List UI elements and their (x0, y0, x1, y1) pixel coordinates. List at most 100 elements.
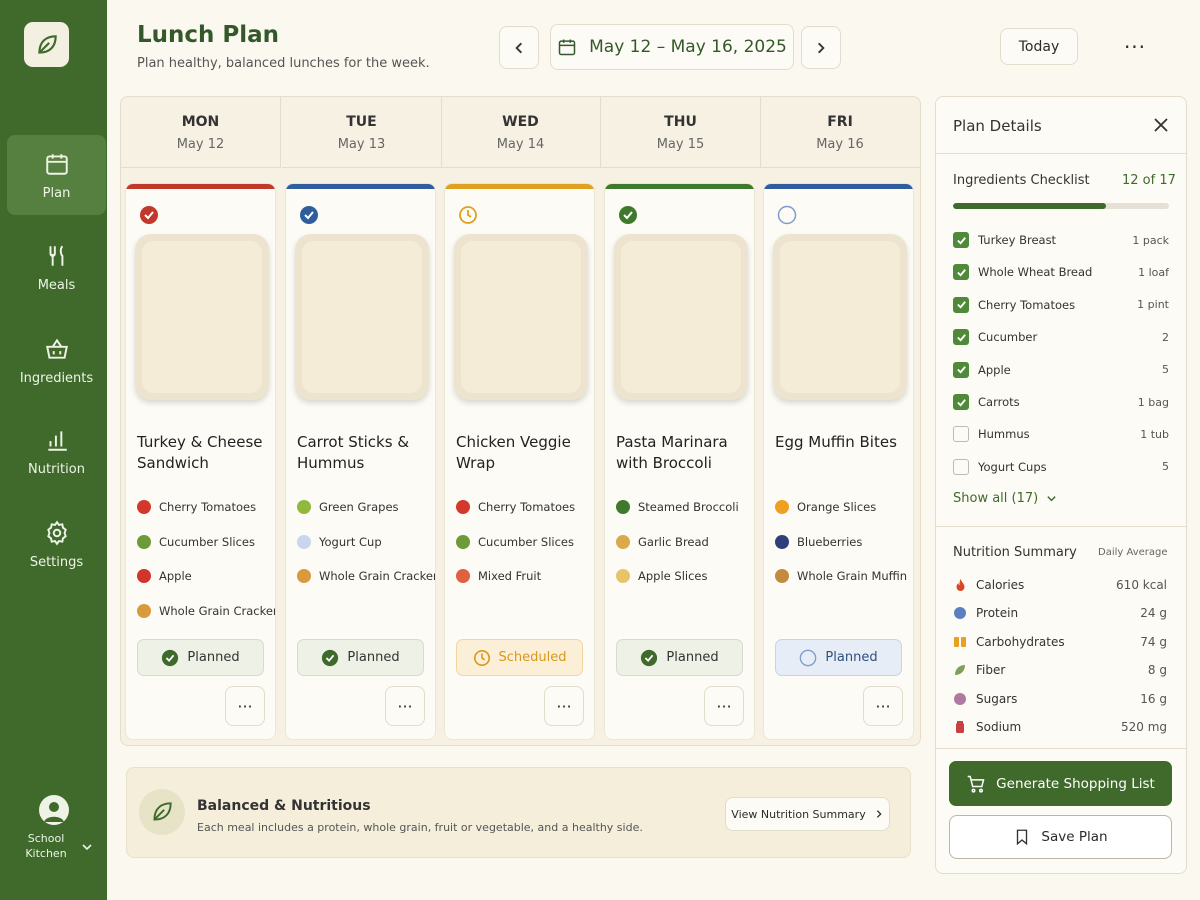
day-color-bar (445, 184, 594, 189)
card-more-button[interactable]: ··· (863, 686, 903, 726)
side-label: Cherry Tomatoes (478, 500, 576, 515)
ingredient-checkbox[interactable] (953, 426, 969, 443)
food-icon (456, 534, 470, 549)
side-label: Cucumber Slices (478, 534, 574, 549)
side-item: Whole Grain Crackers (137, 594, 275, 629)
salt-icon (953, 720, 967, 734)
day-header-tue: TUE May 13 (282, 96, 442, 168)
side-label: Blueberries (797, 534, 863, 549)
food-icon (616, 569, 630, 584)
food-icon (297, 500, 311, 515)
sidebar-item-ingredients[interactable]: Ingredients (7, 320, 106, 400)
side-label: Orange Slices (797, 500, 877, 515)
meal-name: Egg Muffin Bites (775, 433, 897, 451)
card-more-button[interactable]: ··· (225, 686, 265, 726)
side-label: Cherry Tomatoes (159, 500, 257, 515)
ingredient-qty: 2 (1162, 330, 1169, 344)
meal-card[interactable]: Carrot Sticks & Hummus Green Grapes Yogur… (285, 183, 436, 740)
ingredient-checkbox[interactable] (953, 458, 969, 475)
ingredient-row: Hummus 1 tub (953, 423, 1169, 445)
bookmark-icon (1017, 829, 1028, 846)
chevron-left-icon (515, 42, 522, 53)
food-icon (616, 500, 630, 515)
status-label: Planned (666, 650, 719, 665)
more-options-button[interactable]: ··· (1115, 30, 1155, 63)
sidebar-item-nutrition[interactable]: Nutrition (7, 411, 106, 491)
status-badge[interactable]: Planned (297, 639, 424, 676)
check-circle-icon (619, 206, 637, 224)
status-badge[interactable]: Scheduled (456, 639, 583, 676)
tip-text: Each meal includes a protein, whole grai… (197, 821, 643, 834)
day-date: May 13 (337, 137, 386, 152)
side-item: Apple (137, 559, 275, 594)
protein-icon (953, 606, 967, 620)
calendar-icon (558, 39, 576, 56)
check-circle-icon (641, 649, 658, 666)
ingredient-name: Cucumber (978, 330, 1038, 345)
utensils-icon (43, 242, 71, 270)
date-range-picker[interactable]: May 12 – May 16, 2025 (550, 24, 794, 70)
sidebar-item-meals[interactable]: Meals (7, 227, 106, 307)
sides-list: Green Grapes Yogurt Cup Whole Grain Cracke… (297, 490, 435, 594)
status-badge[interactable]: Planned (775, 639, 902, 676)
ingredient-checkbox[interactable] (953, 329, 969, 346)
sidebar-item-plan[interactable]: Plan (7, 135, 106, 215)
status-label: Scheduled (498, 650, 567, 665)
generate-shopping-list-button[interactable]: Generate Shopping List (949, 761, 1172, 806)
close-icon[interactable] (1151, 115, 1171, 135)
ingredient-checkbox[interactable] (953, 394, 969, 410)
nutrition-row: Protein 24 g (953, 603, 1167, 623)
side-label: Apple Slices (638, 569, 708, 584)
check-icon (956, 269, 966, 277)
side-label: Garlic Bread (638, 534, 709, 549)
meal-name: Chicken Veggie Wrap (456, 433, 571, 472)
nutrient-value: 610 kcal (1116, 578, 1167, 592)
day-name: WED (502, 114, 539, 130)
ingredient-row: Cucumber 2 (953, 326, 1169, 348)
card-more-button[interactable]: ··· (704, 686, 744, 726)
button-label: Save Plan (1041, 829, 1108, 845)
meal-card[interactable]: Turkey & Cheese Sandwich Cherry Tomatoes… (125, 183, 276, 740)
today-button[interactable]: Today (1000, 28, 1078, 65)
nutrition-row: Carbohydrates 74 g (953, 632, 1167, 652)
check-circle-icon (162, 649, 179, 666)
ingredient-checkbox[interactable] (953, 264, 969, 281)
food-icon (137, 534, 151, 549)
sidebar-item-settings[interactable]: Settings (7, 504, 106, 584)
ingredient-checkbox[interactable] (953, 361, 969, 378)
nutrition-summary-title: Nutrition Summary (953, 545, 1077, 560)
side-item: Cherry Tomatoes (456, 490, 575, 525)
side-item: Green Grapes (297, 490, 435, 525)
status-badge[interactable]: Planned (137, 639, 264, 676)
side-item: Whole Grain Crackers (297, 559, 435, 594)
day-date: May 15 (656, 137, 705, 152)
page-title: Lunch Plan (137, 22, 280, 48)
show-all-link[interactable]: Show all (17) (953, 491, 1057, 506)
meal-image (614, 234, 748, 400)
ingredient-name: Turkey Breast (978, 233, 1057, 247)
save-plan-button[interactable]: Save Plan (949, 815, 1172, 859)
user-menu[interactable]: School Kitchen (0, 795, 107, 875)
meal-card[interactable]: Chicken Veggie Wrap Cherry Tomatoes Cucum… (444, 183, 595, 740)
food-icon (775, 500, 789, 515)
avatar (38, 795, 69, 825)
status-badge[interactable]: Planned (616, 639, 743, 676)
food-icon (137, 569, 151, 584)
prev-week-button[interactable] (499, 26, 539, 69)
chevron-right-icon (876, 810, 882, 818)
ingredient-checkbox[interactable] (953, 296, 969, 313)
side-label: Apple (159, 569, 192, 584)
ingredient-qty: 1 pint (1137, 298, 1169, 312)
nutrient-name: Carbohydrates (976, 634, 1065, 649)
next-week-button[interactable] (801, 26, 841, 69)
day-name: THU (664, 114, 697, 130)
card-more-button[interactable]: ··· (544, 686, 584, 726)
view-nutrition-summary-button[interactable]: View Nutrition Summary (725, 797, 890, 831)
app-logo[interactable] (24, 22, 69, 67)
meal-card[interactable]: Egg Muffin Bites Orange Slices Blueberrie… (763, 183, 914, 740)
ingredient-checkbox[interactable] (953, 232, 969, 248)
day-name: MON (181, 114, 220, 130)
card-more-button[interactable]: ··· (385, 686, 425, 726)
leaf-icon (37, 34, 57, 54)
meal-card[interactable]: Pasta Marinara with Broccoli Steamed Bro… (604, 183, 755, 740)
